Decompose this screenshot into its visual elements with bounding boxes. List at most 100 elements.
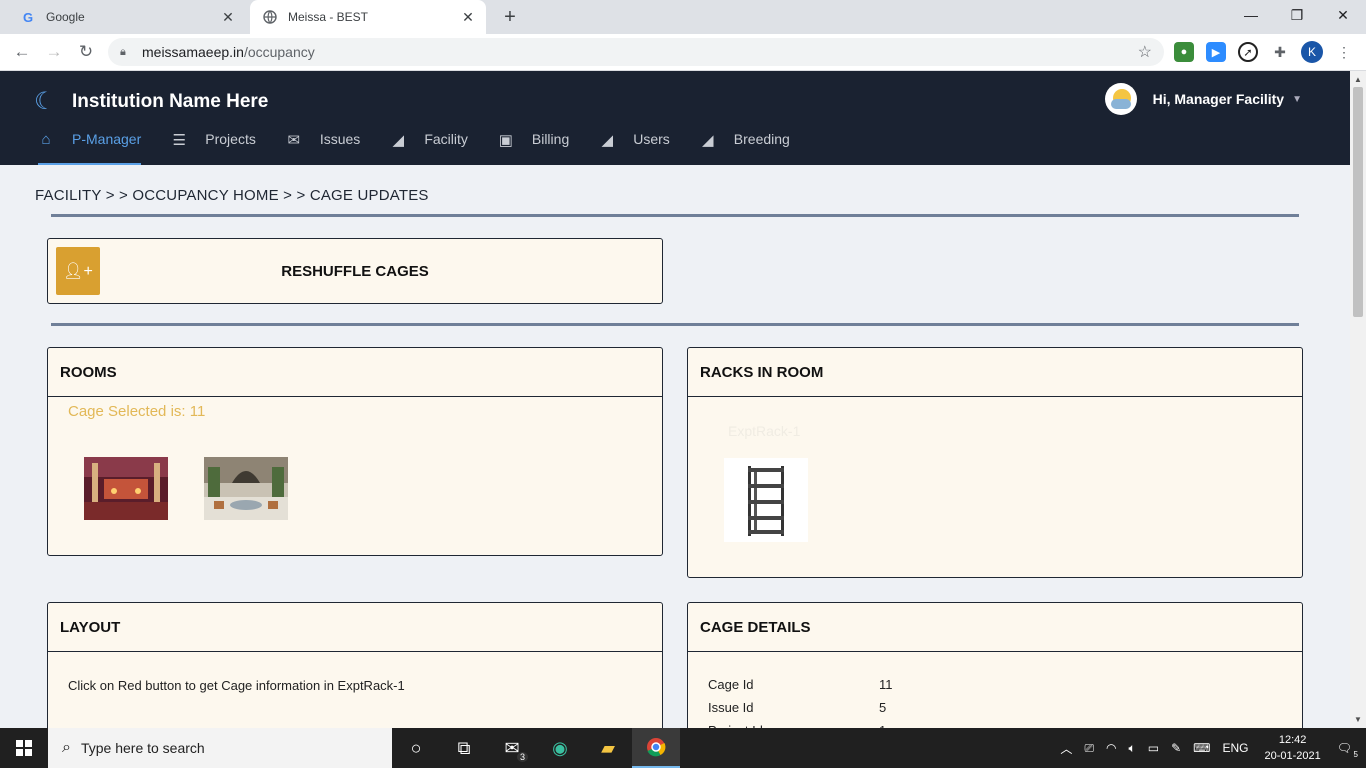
windows-start-button[interactable] xyxy=(0,728,48,768)
windows-taskbar: ⌕ Type here to search ○ ⧉ ✉ 3 ◉ ▰ ︿ ⎚ ◠ 🔈… xyxy=(0,728,1366,768)
rooms-card: ROOMS Cage Selected is: 11 xyxy=(47,347,663,556)
mail-icon[interactable]: ✉ 3 xyxy=(488,728,536,768)
layout-message: Click on Red button to get Cage informat… xyxy=(68,678,405,693)
nav-label: Issues xyxy=(319,131,361,147)
mail-badge: 3 xyxy=(516,752,528,762)
nav-label: Billing xyxy=(531,131,570,147)
nav-label: Projects xyxy=(205,131,256,147)
cage-selected-text: Cage Selected is: 11 xyxy=(68,403,206,420)
scroll-down-icon[interactable]: ▼ xyxy=(1354,715,1362,724)
app-header: ☾ Institution Name Here Hi, Manager Faci… xyxy=(0,71,1350,165)
tab-title: Google xyxy=(46,10,85,24)
user-menu[interactable]: Hi, Manager Facility ▼ xyxy=(1104,83,1302,115)
edge-icon[interactable]: ◉ xyxy=(536,728,584,768)
battery-icon[interactable]: ▭ xyxy=(1148,741,1159,755)
home-icon: ⌂ xyxy=(41,131,51,148)
meet-now-icon[interactable]: ⎚ xyxy=(1084,741,1094,756)
layout-card: LAYOUT Click on Red button to get Cage i… xyxy=(47,602,663,728)
clock-time: 12:42 xyxy=(1278,734,1307,746)
search-placeholder: Type here to search xyxy=(80,740,205,756)
cage-details-title: CAGE DETAILS xyxy=(688,603,1302,652)
pen-icon[interactable]: ✎ xyxy=(1171,741,1181,755)
forward-icon[interactable]: → xyxy=(42,40,66,64)
scroll-up-icon[interactable]: ▲ xyxy=(1354,75,1362,84)
racks-title: RACKS IN ROOM xyxy=(688,348,1302,397)
browser-toolbar: ← → ↻ 🔒︎ meissamaeep.in/occupancy ☆ ● ▶ … xyxy=(0,34,1366,71)
nav-issues[interactable]: ✉ Issues xyxy=(286,129,361,165)
taskbar-search-input[interactable]: ⌕ Type here to search xyxy=(48,728,392,768)
layout-title: LAYOUT xyxy=(48,603,662,652)
reshuffle-cages-card[interactable]: 👤︎+ RESHUFFLE CAGES xyxy=(47,238,663,304)
envelope-icon: ✉ xyxy=(287,132,301,149)
chevron-down-icon: ▼ xyxy=(1292,93,1302,105)
detail-row: Cage Id 11 xyxy=(708,677,893,692)
area-chart-icon: ◢ xyxy=(601,132,613,149)
institution-name: Institution Name Here xyxy=(72,90,269,112)
volume-icon[interactable]: 🔈︎ xyxy=(1129,741,1136,756)
tab-google[interactable]: G Google ✕ xyxy=(8,0,246,34)
nav-billing[interactable]: ▣ Billing xyxy=(498,129,569,165)
chevron-up-icon[interactable]: ︿ xyxy=(1060,740,1072,757)
bookmark-star-icon[interactable]: ☆ xyxy=(1138,42,1152,62)
area-chart-icon: ◢ xyxy=(702,132,714,149)
nav-breeding[interactable]: ◢ Breeding xyxy=(700,129,790,165)
cortana-icon[interactable]: ○ xyxy=(392,728,440,768)
back-icon[interactable]: ← xyxy=(10,40,34,64)
tab-meissa[interactable]: Meissa - BEST ✕ xyxy=(250,0,486,34)
room-thumbnail[interactable] xyxy=(204,457,288,520)
tasks-icon: ☰ xyxy=(172,132,186,149)
url-text: meissamaeep.in/occupancy xyxy=(142,44,315,60)
language-indicator[interactable]: ENG xyxy=(1222,741,1248,755)
file-explorer-icon[interactable]: ▰ xyxy=(584,728,632,768)
scrollbar-thumb[interactable] xyxy=(1353,87,1363,317)
page-scrollbar[interactable]: ▲ ▼ xyxy=(1350,71,1366,728)
new-tab-button[interactable]: + xyxy=(498,5,522,29)
nav-p-manager[interactable]: ⌂ P-Manager xyxy=(38,129,142,165)
nav-label: P-Manager xyxy=(72,131,142,147)
globe-icon xyxy=(262,9,278,25)
google-icon: G xyxy=(22,9,34,25)
reshuffle-cages-button[interactable]: RESHUFFLE CAGES xyxy=(48,263,662,280)
detail-key: Issue Id xyxy=(708,700,754,715)
close-icon[interactable]: ✕ xyxy=(220,9,236,26)
nav-label: Breeding xyxy=(733,131,790,147)
rack-name: ExptRack-1 xyxy=(728,423,801,439)
wallet-icon: ▣ xyxy=(498,132,513,149)
close-window-button[interactable]: ✕ xyxy=(1320,0,1366,30)
clock[interactable]: 12:42 20-01-2021 xyxy=(1264,732,1320,764)
minimize-button[interactable]: — xyxy=(1228,0,1274,30)
avatar xyxy=(1104,83,1137,115)
menu-kebab-icon[interactable]: ⋮ xyxy=(1334,42,1354,62)
rack-image[interactable] xyxy=(724,458,808,542)
clock-date: 20-01-2021 xyxy=(1264,750,1321,762)
nav-facility[interactable]: ◢ Facility xyxy=(390,129,468,165)
detail-row: Issue Id 5 xyxy=(708,700,886,715)
nav-label: Facility xyxy=(424,131,468,147)
keyboard-icon[interactable]: ⌨ xyxy=(1193,741,1210,755)
close-icon[interactable]: ✕ xyxy=(460,9,476,26)
racks-in-room-card: RACKS IN ROOM ExptRack-1 xyxy=(687,347,1303,578)
profile-avatar[interactable]: K xyxy=(1301,41,1323,63)
user-greeting: Hi, Manager Facility xyxy=(1152,91,1285,107)
restore-button[interactable]: ❐ xyxy=(1274,0,1320,30)
tab-title: Meissa - BEST xyxy=(288,10,369,24)
room-thumbnail[interactable] xyxy=(84,457,168,520)
reload-icon[interactable]: ↻ xyxy=(74,40,98,64)
compass-icon[interactable]: ➚ xyxy=(1238,42,1258,62)
address-bar[interactable]: 🔒︎ meissamaeep.in/occupancy ☆ xyxy=(108,38,1164,66)
zoom-extension-icon[interactable]: ▶ xyxy=(1206,42,1226,62)
notifications-icon[interactable]: 🗨︎ 5 xyxy=(1337,741,1358,759)
brand[interactable]: ☾ Institution Name Here xyxy=(34,87,268,116)
nav-label: Users xyxy=(633,131,670,147)
task-view-icon[interactable]: ⧉ xyxy=(440,728,488,768)
nav-projects[interactable]: ☰ Projects xyxy=(171,129,256,165)
chrome-icon[interactable] xyxy=(632,728,680,768)
extensions-puzzle-icon[interactable]: ✚ xyxy=(1270,42,1290,62)
rooms-title: ROOMS xyxy=(48,348,662,397)
extension-icon[interactable]: ● xyxy=(1174,42,1194,62)
moon-icon: ☾ xyxy=(34,88,56,115)
wifi-icon[interactable]: ◠ xyxy=(1106,741,1116,755)
detail-value: 11 xyxy=(879,677,893,692)
nav-users[interactable]: ◢ Users xyxy=(599,129,670,165)
area-chart-icon: ◢ xyxy=(392,132,405,149)
